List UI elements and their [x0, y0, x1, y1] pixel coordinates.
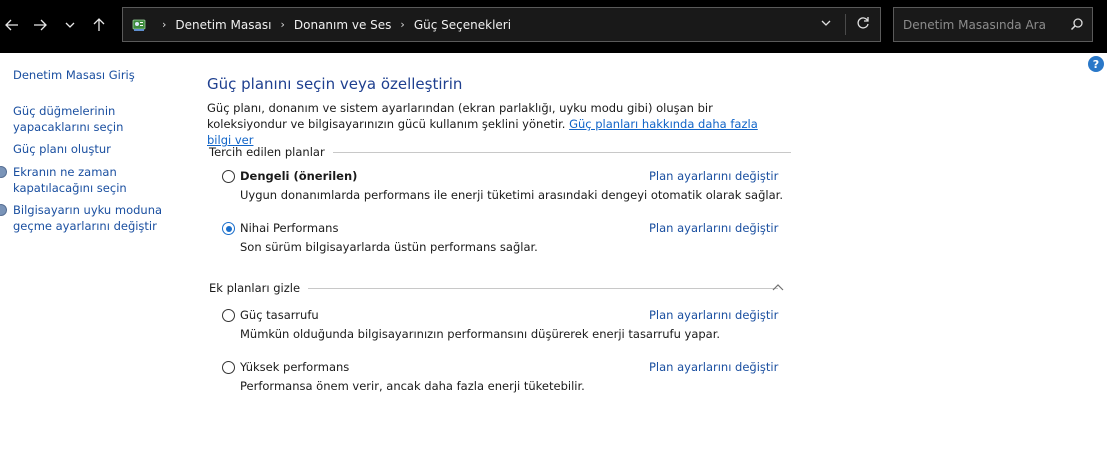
plan-name[interactable]: Dengeli (önerilen) [240, 169, 357, 183]
chevron-down-icon [65, 22, 75, 28]
change-plan-settings-link[interactable]: Plan ayarlarını değiştir [649, 221, 778, 235]
plan-description: Uygun donanımlarda performans ile enerji… [240, 188, 783, 202]
plan-option-high-performance[interactable]: Yüksek performans Performansa önem verir… [222, 360, 782, 400]
sidebar-link-sleep-settings[interactable]: Bilgisayarın uyku moduna geçme ayarların… [13, 202, 163, 234]
sidebar-link-home[interactable]: Denetim Masası Giriş [13, 67, 135, 83]
change-plan-settings-link[interactable]: Plan ayarlarını değiştir [649, 169, 778, 183]
plan-radio-ultimate-performance[interactable] [222, 222, 235, 235]
change-plan-settings-link[interactable]: Plan ayarlarını değiştir [649, 360, 778, 374]
main-content: Güç planını seçin veya özelleştirin Güç … [207, 53, 1087, 475]
back-arrow-icon [5, 19, 18, 31]
breadcrumb-separator[interactable]: › [400, 18, 404, 31]
extra-plans-label[interactable]: Ek planları gizle [209, 281, 300, 295]
shield-icon [0, 204, 7, 216]
address-dropdown-button[interactable] [821, 16, 831, 33]
plan-option-balanced[interactable]: Dengeli (önerilen) Uygun donanımlarda pe… [222, 169, 783, 209]
breadcrumb-power-options[interactable]: Güç Seçenekleri [414, 18, 511, 32]
preferred-plans-label: Tercih edilen planlar [209, 145, 325, 159]
sidebar-link-display-off[interactable]: Ekranın ne zaman kapatılacağını seçin [13, 164, 163, 196]
plan-radio-high-performance[interactable] [222, 361, 235, 374]
up-arrow-icon [93, 18, 105, 31]
help-button[interactable]: ? [1088, 56, 1104, 72]
preferred-plans-header: Tercih edilen planlar [209, 145, 791, 159]
change-plan-settings-link[interactable]: Plan ayarlarını değiştir [649, 308, 778, 322]
intro-text: Güç planı, donanım ve sistem ayarlarında… [207, 100, 777, 148]
breadcrumb-hardware-sound[interactable]: Donanım ve Ses [294, 18, 392, 32]
plan-option-power-saver[interactable]: Güç tasarrufu Mümkün olduğunda bilgisaya… [222, 308, 782, 348]
recent-locations-button[interactable] [58, 12, 82, 38]
address-divider [845, 14, 846, 35]
divider [332, 151, 791, 153]
sidebar: Denetim Masası Giriş Güç düğmelerinin ya… [0, 53, 190, 475]
breadcrumb-separator[interactable]: › [280, 18, 284, 31]
divider [308, 287, 779, 289]
sidebar-link-create-plan[interactable]: Güç planı oluştur [13, 141, 111, 157]
breadcrumb-control-panel[interactable]: Denetim Masası [175, 18, 271, 32]
search-input[interactable] [894, 8, 1064, 41]
search-icon[interactable] [1070, 17, 1084, 34]
chevron-down-icon [821, 20, 831, 26]
refresh-icon [857, 17, 869, 29]
forward-arrow-icon [34, 19, 47, 31]
refresh-button[interactable] [856, 16, 870, 33]
collapse-button[interactable] [772, 281, 784, 295]
plan-name[interactable]: Yüksek performans [240, 360, 349, 374]
plan-radio-power-saver[interactable] [222, 309, 235, 322]
plan-name[interactable]: Güç tasarrufu [240, 308, 319, 322]
breadcrumb-separator[interactable]: › [162, 18, 166, 31]
extra-plans-header[interactable]: Ek planları gizle [209, 281, 779, 295]
search-box[interactable] [893, 7, 1093, 42]
plan-description: Mümkün olduğunda bilgisayarınızın perfor… [240, 327, 721, 341]
address-bar[interactable]: › Denetim Masası › Donanım ve Ses › Güç … [122, 7, 881, 42]
address-toolbar: › Denetim Masası › Donanım ve Ses › Güç … [0, 0, 1107, 53]
page-title: Güç planını seçin veya özelleştirin [207, 75, 463, 93]
plan-description: Son sürüm bilgisayarlarda üstün performa… [240, 240, 538, 254]
back-button[interactable] [0, 12, 24, 38]
control-panel-icon [132, 19, 146, 31]
sidebar-link-power-buttons[interactable]: Güç düğmelerinin yapacaklarını seçin [13, 103, 153, 135]
plan-option-ultimate-performance[interactable]: Nihai Performans Son sürüm bilgisayarlar… [222, 221, 782, 261]
breadcrumb: › Denetim Masası › Donanım ve Ses › Güç … [123, 8, 511, 41]
up-button[interactable] [87, 12, 111, 38]
shield-icon [0, 166, 7, 178]
chevron-up-icon [772, 284, 784, 291]
plan-description: Performansa önem verir, ancak daha fazla… [240, 379, 585, 393]
forward-button[interactable] [28, 12, 52, 38]
plan-name[interactable]: Nihai Performans [240, 221, 338, 235]
plan-radio-balanced[interactable] [222, 170, 235, 183]
